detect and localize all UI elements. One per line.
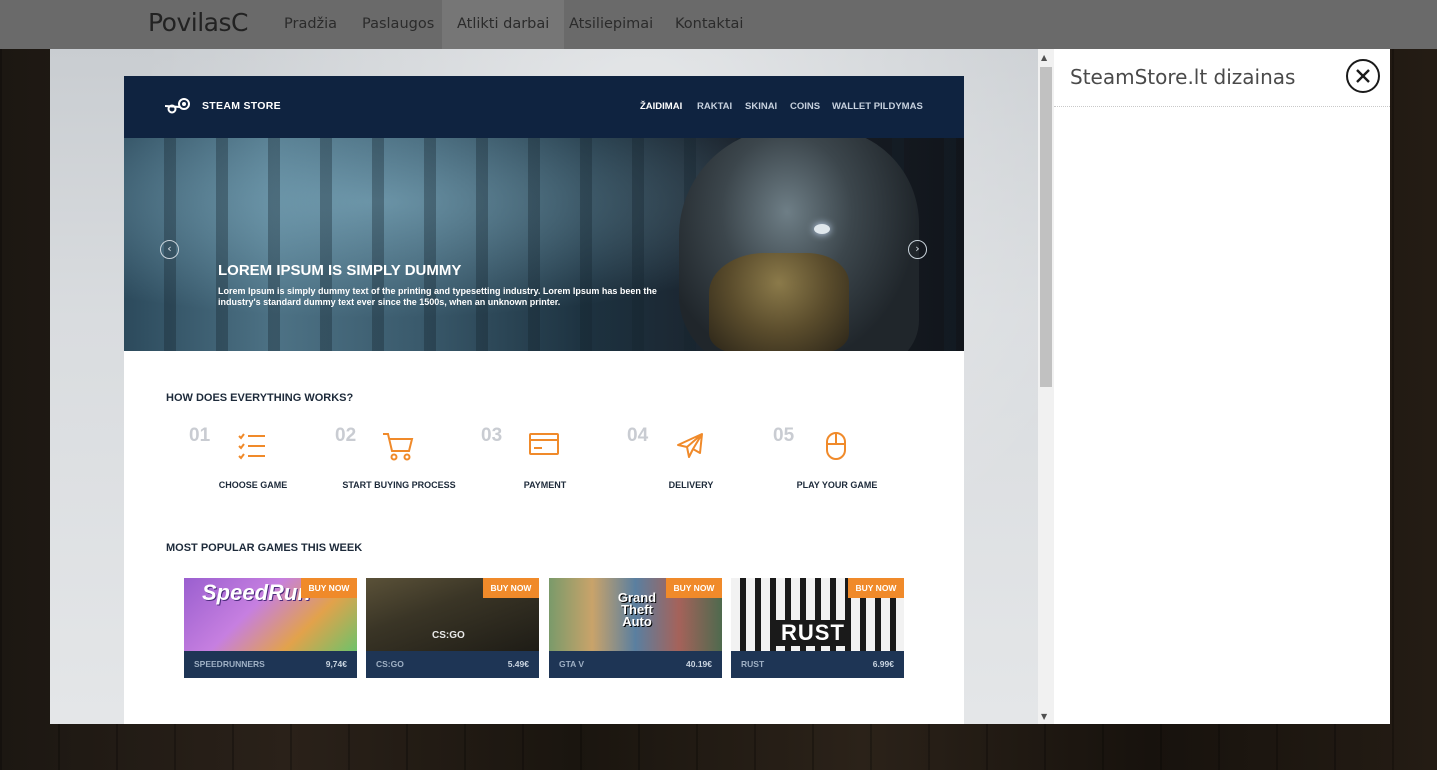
project-title: SteamStore.lt dizainas bbox=[1070, 65, 1296, 89]
nav-item-kontaktai[interactable]: Kontaktai bbox=[660, 0, 758, 49]
game-price: 6.99€ bbox=[872, 659, 894, 669]
step-label: CHOOSE GAME bbox=[218, 480, 288, 490]
step-number: 03 bbox=[481, 425, 503, 446]
site-header: STEAM STORE ŽAIDIMAI RAKTAI SKINAI COINS… bbox=[124, 76, 964, 138]
hero-character-eye bbox=[814, 224, 830, 234]
brand-logo[interactable]: PovilasC bbox=[148, 8, 248, 37]
game-footer: RUST 6.99€ bbox=[731, 651, 904, 678]
site-menu-skinai: SKINAI bbox=[745, 101, 778, 112]
nav-item-pradzia[interactable]: Pradžia bbox=[269, 0, 352, 49]
game-card-csgo: CS:GO BUY NOW CS:GO 5.49€ bbox=[366, 578, 539, 678]
how-it-works-title: HOW DOES EVERYTHING WORKS? bbox=[166, 392, 354, 404]
speedrunners-logo: SpeedRun bbox=[202, 580, 311, 605]
step-label: PLAY YOUR GAME bbox=[796, 480, 878, 490]
buy-now-badge: BUY NOW bbox=[666, 578, 722, 598]
popular-games-title: MOST POPULAR GAMES THIS WEEK bbox=[166, 542, 363, 554]
game-footer: CS:GO 5.49€ bbox=[366, 651, 539, 678]
csgo-logo: CS:GO bbox=[432, 630, 465, 641]
step-label: PAYMENT bbox=[523, 480, 567, 490]
step-number: 04 bbox=[627, 425, 649, 446]
step-start-buying: 02 START BUYING PROCESS bbox=[326, 425, 472, 495]
viewer-scrollbar[interactable]: ▲ ▼ bbox=[1038, 49, 1054, 724]
game-card-rust: RUST BUY NOW RUST 6.99€ bbox=[731, 578, 904, 678]
game-price: 9,74€ bbox=[325, 659, 347, 669]
step-label: DELIVERY bbox=[668, 480, 714, 490]
title-divider bbox=[1054, 106, 1390, 107]
cart-icon bbox=[383, 433, 414, 461]
hero-prev-arrow-icon: ‹ bbox=[160, 240, 179, 259]
step-delivery: 04 DELIVERY bbox=[618, 425, 764, 495]
site-menu-coins: COINS bbox=[790, 101, 821, 112]
step-choose-game: 01 CHOOSE GAME bbox=[180, 425, 326, 495]
checklist-icon bbox=[238, 433, 265, 460]
site-menu-raktai: RAKTAI bbox=[697, 101, 733, 112]
scroll-up-arrow-icon[interactable]: ▲ bbox=[1041, 53, 1047, 62]
nav-item-paslaugos[interactable]: Paslaugos bbox=[347, 0, 449, 49]
game-name: RUST bbox=[741, 659, 765, 669]
game-card-gta-v: Grand Theft Auto BUY NOW GTA V 40.19€ bbox=[549, 578, 722, 678]
hero-character-mask bbox=[709, 253, 849, 351]
step-number: 02 bbox=[335, 425, 357, 446]
buy-now-badge: BUY NOW bbox=[301, 578, 357, 598]
project-info-panel: SteamStore.lt dizainas bbox=[1054, 49, 1390, 724]
game-name: CS:GO bbox=[376, 659, 404, 669]
close-button[interactable] bbox=[1346, 59, 1380, 93]
game-footer: GTA V 40.19€ bbox=[549, 651, 722, 678]
game-price: 40.19€ bbox=[686, 659, 712, 669]
project-modal: STEAM STORE ŽAIDIMAI RAKTAI SKINAI COINS… bbox=[50, 49, 1390, 724]
game-name: GTA V bbox=[559, 659, 585, 669]
steamstore-design-preview: STEAM STORE ŽAIDIMAI RAKTAI SKINAI COINS… bbox=[124, 76, 964, 724]
gta-v-logo: Grand Theft Auto bbox=[617, 590, 657, 629]
buy-now-badge: BUY NOW bbox=[483, 578, 539, 598]
mouse-icon bbox=[826, 432, 846, 460]
buy-now-badge: BUY NOW bbox=[848, 578, 904, 598]
hero-text: Lorem Ipsum is simply dummy text of the … bbox=[218, 286, 657, 307]
game-price: 5.49€ bbox=[507, 659, 529, 669]
game-card-speedrunners: SpeedRun BUY NOW SPEEDRUNNERS 9,74€ bbox=[184, 578, 357, 678]
scroll-down-arrow-icon[interactable]: ▼ bbox=[1041, 712, 1047, 721]
top-navigation: PovilasC Pradžia Paslaugos Atlikti darba… bbox=[0, 0, 1437, 49]
step-label: START BUYING PROCESS bbox=[342, 480, 456, 490]
step-play-game: 05 PLAY YOUR GAME bbox=[764, 425, 910, 495]
hero-title: LOREM IPSUM IS SIMPLY DUMMY bbox=[218, 262, 462, 279]
hero-next-arrow-icon: › bbox=[908, 240, 927, 259]
game-footer: SPEEDRUNNERS 9,74€ bbox=[184, 651, 357, 678]
credit-card-icon bbox=[529, 433, 559, 455]
site-hero-banner: ‹ › LOREM IPSUM IS SIMPLY DUMMY Lorem Ip… bbox=[124, 138, 964, 351]
steam-logo-icon bbox=[165, 98, 190, 114]
scroll-thumb[interactable] bbox=[1040, 67, 1052, 387]
site-menu-wallet: WALLET PILDYMAS bbox=[832, 101, 923, 112]
nav-item-atlikti-darbai[interactable]: Atlikti darbai bbox=[442, 0, 565, 49]
step-payment: 03 PAYMENT bbox=[472, 425, 618, 495]
site-logo-text: STEAM STORE bbox=[202, 100, 281, 112]
close-icon bbox=[1356, 69, 1370, 83]
site-menu-zaidimai: ŽAIDIMAI bbox=[640, 101, 683, 112]
image-viewer: STEAM STORE ŽAIDIMAI RAKTAI SKINAI COINS… bbox=[50, 49, 1038, 724]
rust-logo: RUST bbox=[775, 620, 851, 646]
step-number: 05 bbox=[773, 425, 795, 446]
plane-icon bbox=[677, 433, 703, 458]
step-number: 01 bbox=[189, 425, 211, 446]
game-name: SPEEDRUNNERS bbox=[194, 659, 265, 669]
nav-item-atsiliepimai[interactable]: Atsiliepimai bbox=[554, 0, 668, 49]
